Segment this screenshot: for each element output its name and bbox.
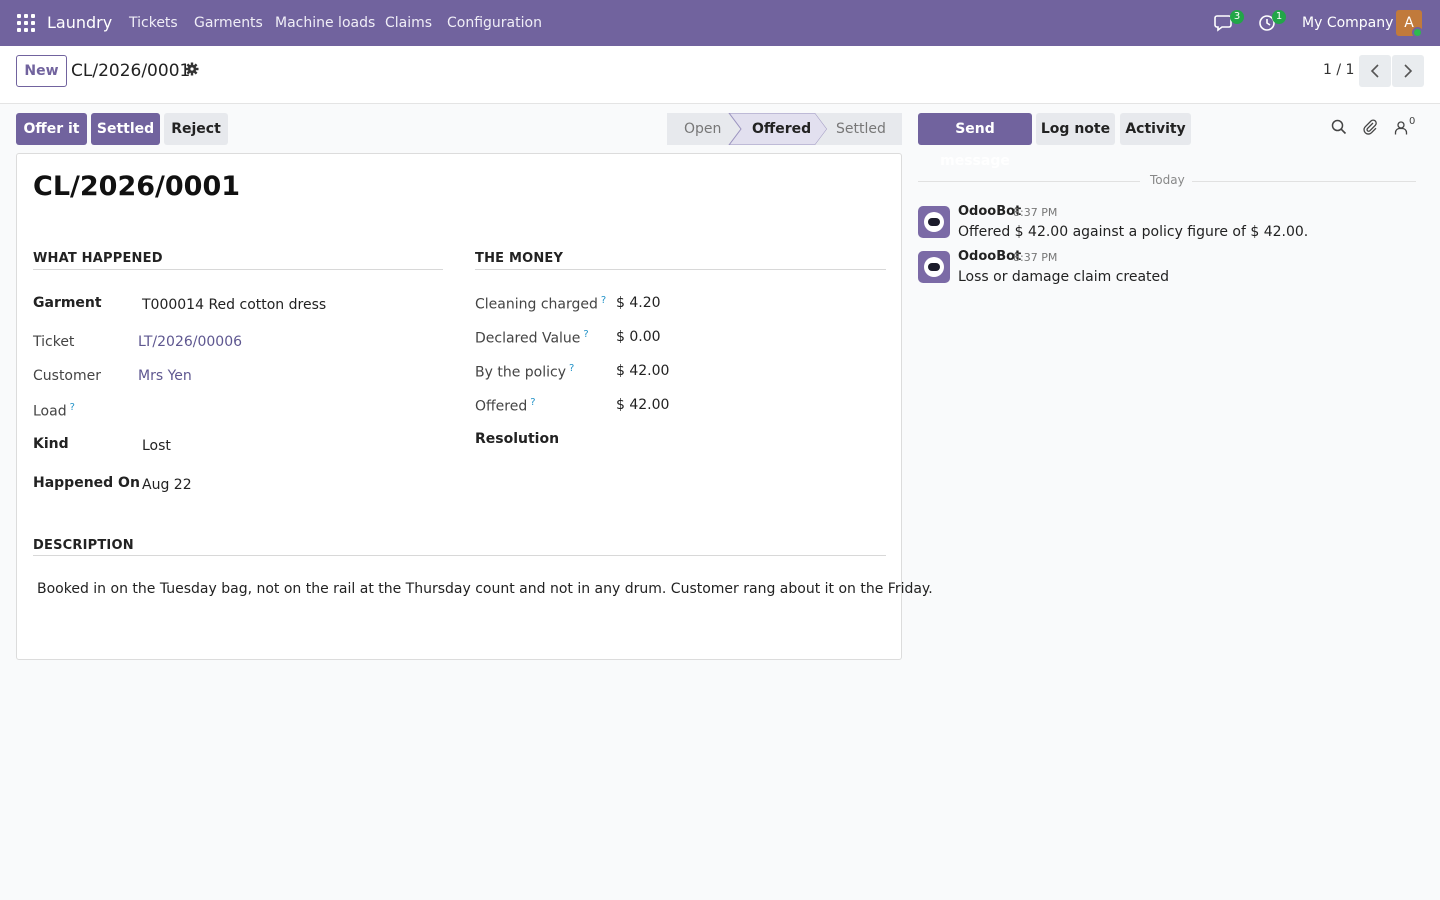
activity-button[interactable]: Activity	[1120, 113, 1191, 145]
happened-on-field[interactable]: Aug 22	[142, 477, 192, 493]
ticket-link[interactable]: LT/2026/00006	[138, 334, 242, 350]
app-grid-icon[interactable]	[17, 14, 35, 32]
top-navbar: Laundry Tickets Garments Machine loads C…	[0, 0, 1440, 46]
followers-count: 0	[1409, 116, 1416, 127]
section-description: Description	[33, 538, 134, 553]
paperclip-icon[interactable]	[1362, 119, 1378, 139]
messages-badge: 3	[1230, 10, 1244, 24]
offer-it-button[interactable]: Offer it	[16, 113, 87, 145]
help-icon: ?	[600, 295, 607, 306]
pager-previous-button[interactable]	[1359, 55, 1391, 87]
section-divider	[33, 555, 886, 556]
message-body: Offered $ 42.00 against a policy figure …	[958, 224, 1309, 240]
ticket-label: Ticket	[33, 334, 75, 350]
search-icon[interactable]	[1331, 119, 1347, 139]
message-time: 8:37 PM	[1013, 206, 1058, 219]
pager-next-button[interactable]	[1392, 55, 1424, 87]
garment-label: Garment	[33, 295, 102, 311]
followers-icon[interactable]	[1394, 120, 1408, 139]
kind-field[interactable]: Lost	[142, 438, 171, 454]
message-author[interactable]: OdooBot	[958, 249, 1021, 264]
log-note-button[interactable]: Log note	[1036, 113, 1115, 145]
offered-value: $ 42.00	[616, 397, 670, 413]
section-divider	[475, 269, 886, 270]
odoobot-avatar	[918, 251, 950, 283]
online-status-dot	[1412, 27, 1423, 38]
description-field[interactable]: Booked in on the Tuesday bag, not on the…	[37, 581, 933, 597]
company-switcher[interactable]: My Company	[1302, 15, 1393, 31]
help-icon: ?	[568, 363, 575, 374]
pager-value[interactable]: 1 / 1	[1323, 62, 1354, 78]
by-policy-value: $ 42.00	[616, 363, 670, 379]
load-label: Load?	[33, 402, 75, 420]
menu-tickets[interactable]: Tickets	[129, 15, 178, 31]
cleaning-charged-value: $ 4.20	[616, 295, 661, 311]
garment-field[interactable]: T000014 Red cotton dress	[142, 297, 326, 313]
message-body: Loss or damage claim created	[958, 269, 1170, 285]
stage-settled[interactable]: Settled	[836, 113, 886, 145]
gear-icon[interactable]	[185, 62, 199, 76]
stage-open[interactable]: Open	[684, 113, 721, 145]
message-time: 8:37 PM	[1013, 251, 1058, 264]
control-panel: New CL/2026/0001 1 / 1	[0, 46, 1440, 104]
record-title: CL/2026/0001	[33, 171, 241, 202]
customer-link[interactable]: Mrs Yen	[138, 368, 192, 384]
menu-configuration[interactable]: Configuration	[447, 15, 542, 31]
help-icon: ?	[583, 329, 589, 340]
breadcrumb: CL/2026/0001	[71, 61, 191, 81]
date-separator-line	[1192, 181, 1416, 182]
send-message-button[interactable]: Send message	[918, 113, 1032, 169]
declared-value-value: $ 0.00	[616, 329, 661, 345]
menu-machine-loads[interactable]: Machine loads	[275, 15, 375, 31]
activities-badge: 1	[1272, 10, 1286, 24]
resolution-label: Resolution	[475, 431, 560, 447]
settled-button[interactable]: Settled	[91, 113, 160, 145]
offered-label: Offered?	[475, 397, 536, 415]
declared-value-label: Declared Value?	[475, 329, 589, 347]
help-icon: ?	[69, 402, 75, 413]
date-separator: Today	[1150, 173, 1185, 187]
menu-garments[interactable]: Garments	[194, 15, 263, 31]
reject-button[interactable]: Reject	[164, 113, 228, 145]
menu-claims[interactable]: Claims	[385, 15, 432, 31]
help-icon: ?	[530, 397, 536, 408]
odoobot-avatar	[918, 206, 950, 238]
message-author[interactable]: OdooBot	[958, 204, 1021, 219]
happened-on-label: Happened On	[33, 475, 140, 491]
new-button[interactable]: New	[16, 55, 67, 87]
section-what-happened: What Happened	[33, 251, 163, 266]
date-separator-line	[918, 181, 1140, 182]
customer-label: Customer	[33, 368, 102, 384]
by-policy-label: By the policy?	[475, 363, 575, 381]
stage-offered[interactable]: Offered	[752, 113, 811, 145]
section-the-money: The Money	[475, 251, 564, 266]
section-divider	[33, 269, 443, 270]
kind-label: Kind	[33, 436, 69, 452]
app-name[interactable]: Laundry	[47, 13, 112, 32]
cleaning-charged-label: Cleaning charged?	[475, 295, 607, 313]
